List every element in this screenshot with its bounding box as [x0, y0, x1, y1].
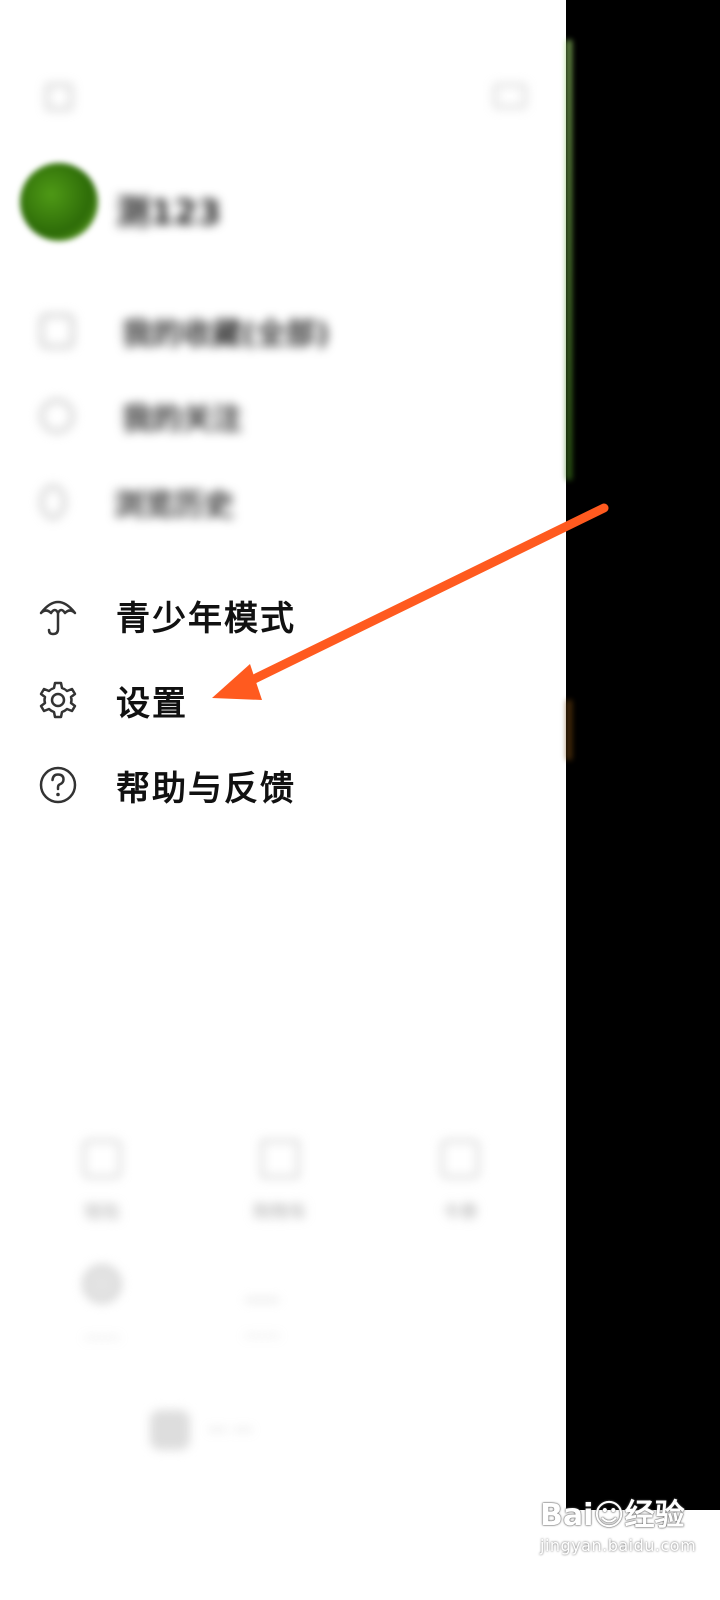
shield-icon — [245, 1265, 279, 1301]
list-item-history[interactable]: 浏览历史 — [40, 482, 234, 523]
avatar[interactable] — [20, 163, 98, 241]
tile-coupon[interactable]: 卡券 — [390, 1140, 530, 1224]
tile-label: 钱包 — [84, 1202, 120, 1223]
bottom-tiles: 钱包 购物车 卡券 …… …… — [0, 1120, 566, 1420]
tile-label: …… — [84, 1323, 120, 1344]
gear-icon — [36, 678, 80, 722]
menu-item-youth-mode[interactable]: 青少年模式 — [36, 585, 296, 645]
message-icon[interactable] — [494, 84, 526, 108]
coupon-icon — [441, 1140, 479, 1178]
list-item-following[interactable]: 我的关注 — [40, 396, 242, 437]
tile-label: …… — [244, 1321, 280, 1342]
menu-item-label: 设置 — [116, 683, 188, 724]
follow-icon — [40, 399, 74, 433]
tile-cart[interactable]: 购物车 — [210, 1140, 350, 1224]
footer-avatar-icon — [150, 1410, 190, 1450]
list-item-label: 我的收藏(全部) — [122, 317, 330, 352]
baidu-jingyan-watermark: Bai☺经验 jingyan.baidu.com — [540, 1490, 720, 1570]
menu-item-label: 帮助与反馈 — [116, 768, 296, 809]
content-edge-orange — [566, 700, 572, 760]
list-item-label: 我的关注 — [122, 402, 242, 437]
footer-pill[interactable]: ··· ··· — [150, 1410, 390, 1450]
tile-label: 购物车 — [253, 1202, 307, 1223]
footer-text: ··· ··· — [208, 1418, 253, 1442]
menu-item-help-feedback[interactable]: 帮助与反馈 — [36, 755, 296, 815]
bookmark-icon — [40, 314, 74, 348]
scan-icon[interactable] — [46, 84, 72, 110]
side-drawer: 测123 我的收藏(全部) 我的关注 浏览历史 青少年模式 设置 帮助与反馈 钱… — [0, 0, 566, 1600]
list-item-label: 浏览历史 — [114, 488, 234, 523]
umbrella-icon — [36, 593, 80, 637]
tile-label: 卡券 — [442, 1202, 478, 1223]
cart-icon — [261, 1140, 299, 1178]
watermark-brand: Bai☺经验 — [540, 1498, 685, 1533]
circle-icon — [83, 1265, 121, 1303]
username[interactable]: 测123 — [116, 185, 221, 234]
menu-item-settings[interactable]: 设置 — [36, 670, 188, 730]
help-icon — [36, 763, 80, 807]
content-edge-green — [566, 40, 572, 480]
history-icon — [40, 485, 66, 519]
tile-item-5[interactable]: …… — [192, 1265, 332, 1342]
content-backdrop[interactable] — [566, 0, 720, 1510]
watermark-url: jingyan.baidu.com — [540, 1536, 697, 1555]
yuan-icon — [83, 1140, 121, 1178]
list-item-favorites[interactable]: 我的收藏(全部) — [40, 311, 330, 352]
menu-item-label: 青少年模式 — [116, 598, 296, 639]
tile-item-4[interactable]: …… — [32, 1265, 172, 1344]
tile-wallet[interactable]: 钱包 — [32, 1140, 172, 1224]
